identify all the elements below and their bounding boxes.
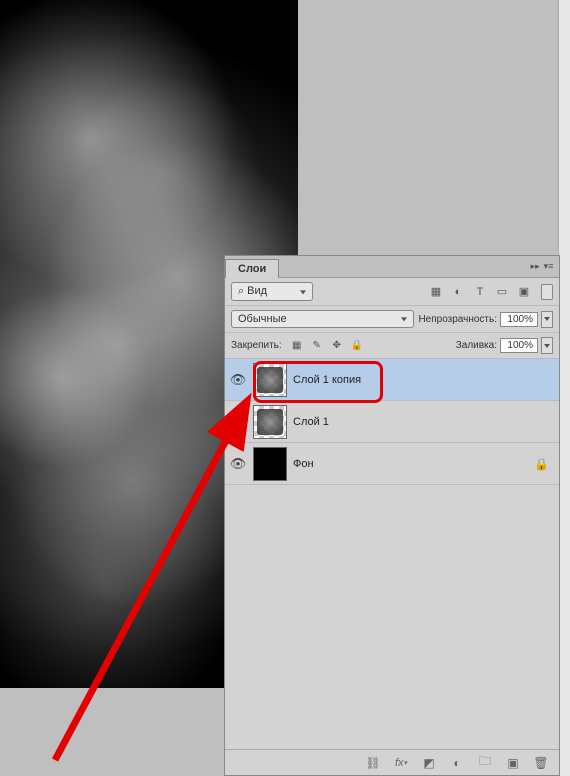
layer-visibility-toggle[interactable]: 👁: [229, 372, 247, 388]
lock-icons: ▦ ✎ ✥ 🔒: [290, 339, 364, 353]
visibility-empty-icon: [232, 416, 244, 428]
fill-label: Заливка:: [456, 340, 497, 351]
fill-input[interactable]: 100%: [500, 338, 538, 353]
opacity-label: Непрозрачность:: [418, 314, 497, 325]
layer-mask-icon[interactable]: ◩: [421, 755, 437, 771]
lock-label: Закрепить:: [231, 340, 282, 351]
opacity-control: Непрозрачность: 100%: [418, 311, 553, 328]
filter-type-label: Вид: [247, 285, 267, 297]
lock-position-icon[interactable]: ✥: [330, 339, 344, 353]
eye-icon: 👁: [230, 456, 247, 472]
blend-row: Обычные Непрозрачность: 100%: [225, 306, 559, 333]
fill-control: Заливка: 100%: [456, 337, 553, 354]
filter-pixel-icon[interactable]: ▦: [429, 285, 443, 299]
search-icon: ⌕: [238, 285, 244, 297]
layer-thumbnail[interactable]: [253, 447, 287, 481]
lock-all-icon[interactable]: 🔒: [350, 339, 364, 353]
delete-layer-icon[interactable]: 🗑: [533, 755, 549, 771]
group-icon[interactable]: 🗀: [477, 755, 493, 771]
layer-thumbnail[interactable]: [253, 405, 287, 439]
layer-name[interactable]: Фон: [293, 458, 314, 470]
layer-item[interactable]: 👁 Фон 🔒: [225, 443, 559, 485]
tab-layers[interactable]: Слои: [225, 259, 279, 278]
filter-toggle[interactable]: [541, 284, 553, 300]
filter-smart-icon[interactable]: ▣: [517, 285, 531, 299]
eye-icon: 👁: [230, 372, 247, 388]
lock-transparency-icon[interactable]: ▦: [290, 339, 304, 353]
layer-lock-icon: 🔒: [534, 457, 549, 471]
filter-type-icon[interactable]: T: [473, 285, 487, 299]
filter-icons: ▦ ◐ T ▭ ▣: [429, 285, 531, 299]
opacity-dropdown-arrow[interactable]: [541, 311, 553, 328]
layer-name[interactable]: Слой 1 копия: [293, 374, 361, 386]
adjustment-layer-icon[interactable]: ◐: [449, 755, 465, 771]
layers-list: 👁 Слой 1 копия Слой 1 👁 Фон 🔒: [225, 359, 559, 749]
lock-row: Закрепить: ▦ ✎ ✥ 🔒 Заливка: 100%: [225, 333, 559, 359]
layer-fx-icon[interactable]: fx▾: [393, 755, 409, 771]
collapse-icon: ▸▸: [531, 261, 540, 272]
filter-row: ⌕Вид ▦ ◐ T ▭ ▣: [225, 278, 559, 306]
new-layer-icon[interactable]: ▣: [505, 755, 521, 771]
panel-menu-button[interactable]: ▸▸ ▾≡: [527, 258, 557, 274]
layer-item[interactable]: Слой 1: [225, 401, 559, 443]
filter-shape-icon[interactable]: ▭: [495, 285, 509, 299]
link-layers-icon[interactable]: ⛓: [365, 755, 381, 771]
layers-panel: Слои ▸▸ ▾≡ ⌕Вид ▦ ◐ T ▭ ▣ Обычные Непроз…: [224, 255, 560, 776]
blend-mode-dropdown[interactable]: Обычные: [231, 310, 414, 328]
fill-dropdown-arrow[interactable]: [541, 337, 553, 354]
filter-type-dropdown[interactable]: ⌕Вид: [231, 282, 313, 301]
blend-mode-value: Обычные: [238, 313, 287, 325]
layer-visibility-toggle[interactable]: 👁: [229, 456, 247, 472]
layer-name[interactable]: Слой 1: [293, 416, 329, 428]
layer-item[interactable]: 👁 Слой 1 копия: [225, 359, 559, 401]
layer-visibility-toggle[interactable]: [229, 416, 247, 428]
lock-paint-icon[interactable]: ✎: [310, 339, 324, 353]
menu-icon: ▾≡: [544, 261, 554, 272]
filter-adjustment-icon[interactable]: ◐: [451, 285, 465, 299]
layer-thumbnail[interactable]: [253, 363, 287, 397]
panel-tabbar: Слои ▸▸ ▾≡: [225, 256, 559, 278]
opacity-input[interactable]: 100%: [500, 312, 538, 327]
panel-footer: ⛓ fx▾ ◩ ◐ 🗀 ▣ 🗑: [225, 749, 559, 775]
